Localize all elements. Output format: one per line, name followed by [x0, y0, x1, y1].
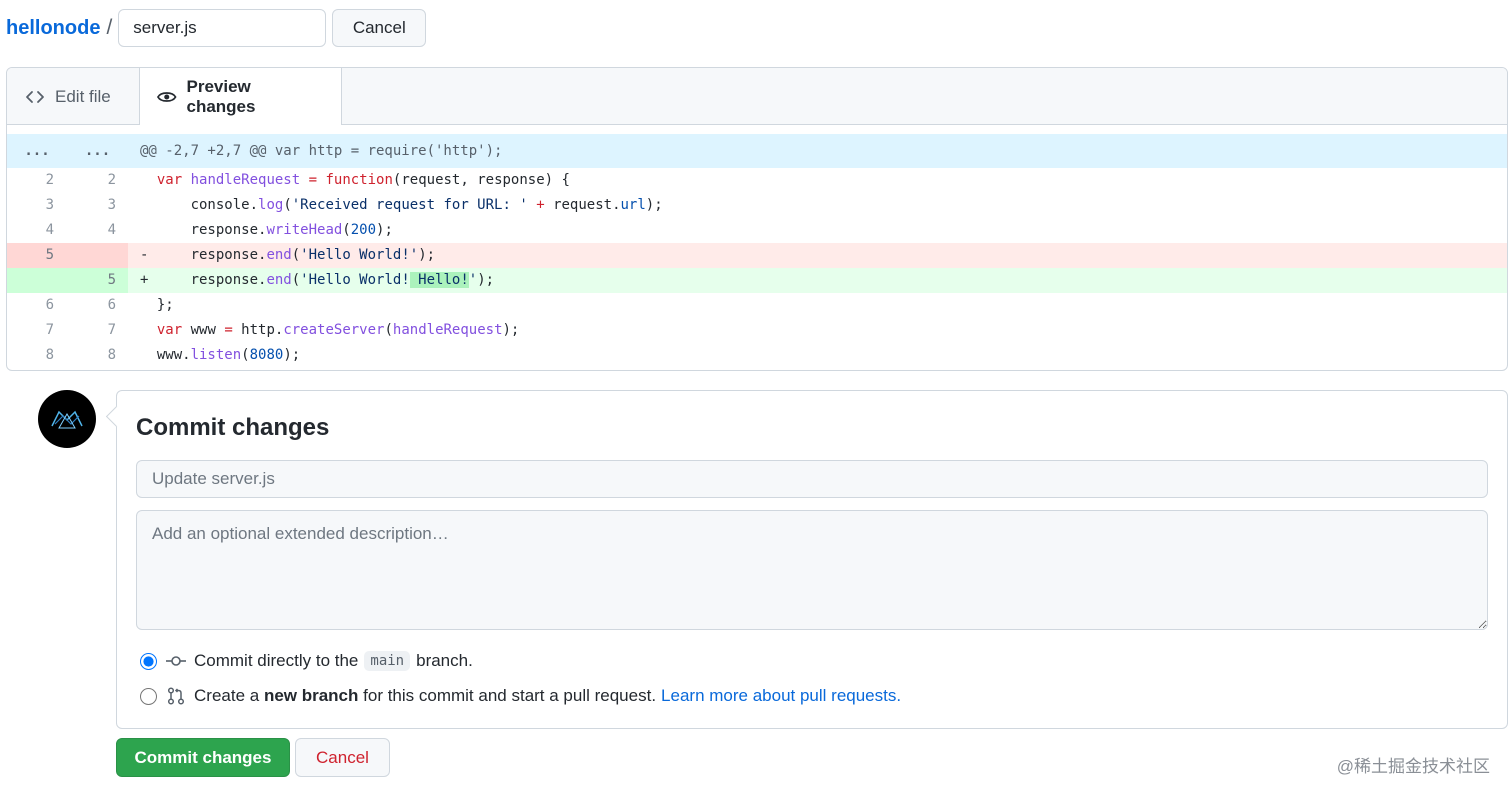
old-line-number: 2: [45, 172, 54, 188]
hunk-expand-right[interactable]: ...: [67, 134, 128, 168]
commit-direct-option[interactable]: Commit directly to the main branch.: [140, 651, 473, 671]
new-line-number: 3: [107, 197, 116, 213]
code-icon: [26, 90, 44, 103]
new-branch-prefix: Create a: [194, 686, 260, 705]
diff-line: 3 3 console.log('Received request for UR…: [7, 193, 1507, 218]
new-line-number: 7: [107, 322, 116, 338]
tab-preview-label: Preview changes: [186, 76, 256, 116]
watermark: @稀土掘金技术社区: [1336, 757, 1490, 776]
avatar[interactable]: [38, 390, 96, 448]
diff-code: response.writeHead(200);: [140, 222, 393, 238]
diff-line: 2 2 var handleRequest = function(request…: [7, 168, 1507, 193]
commit-form: Commit changes Commit directly to the ma…: [116, 390, 1508, 729]
diff-code: var handleRequest = function(request, re…: [156, 172, 570, 188]
new-line-number: 4: [107, 222, 116, 238]
new-line-number: 6: [107, 297, 116, 313]
new-line-number: 2: [107, 172, 116, 188]
git-commit-icon: [166, 651, 186, 671]
diff-line: 6 6 };: [7, 293, 1507, 318]
tab-edit-label: Edit file: [55, 86, 111, 106]
new-branch-option[interactable]: Create a new branch for this commit and …: [140, 686, 901, 706]
diff-view: ... ... @@ -2,7 +2,7 @@ var http = requi…: [7, 134, 1507, 368]
hunk-expand-left[interactable]: ...: [7, 134, 67, 168]
old-line-number: 6: [45, 297, 54, 313]
old-line-number: 3: [45, 197, 54, 213]
commit-changes-button[interactable]: Commit changes: [116, 738, 290, 777]
old-line-number: 5: [7, 243, 67, 268]
commit-direct-prefix: Commit directly to the: [194, 651, 359, 670]
diff-line: 8 8 www.listen(8080);: [7, 343, 1507, 368]
git-pull-request-icon: [166, 686, 186, 706]
new-line-number: [67, 243, 128, 268]
cancel-edit-button[interactable]: Cancel: [332, 9, 427, 47]
learn-more-pull-requests-link[interactable]: Learn more about pull requests.: [661, 686, 901, 706]
diff-code: };: [140, 297, 174, 313]
tab-preview-changes[interactable]: Preview changes: [139, 68, 342, 125]
new-branch-radio[interactable]: [140, 687, 157, 705]
old-line-number: 8: [45, 347, 54, 363]
diff-line-deletion: 5 - response.end('Hello World!');: [7, 243, 1507, 268]
repo-link[interactable]: hellonode: [6, 17, 100, 40]
old-line-number: 4: [45, 222, 54, 238]
editor-tabs: Edit file Preview changes: [7, 68, 1507, 125]
commit-description-textarea[interactable]: [136, 510, 1488, 630]
cancel-commit-button[interactable]: Cancel: [295, 738, 390, 777]
hunk-header-text: @@ -2,7 +2,7 @@ var http = require('http…: [128, 134, 1507, 168]
new-line-number: 5: [67, 268, 128, 293]
commit-title: Commit changes: [136, 414, 330, 441]
old-line-number: 7: [45, 322, 54, 338]
diff-line: 4 4 response.writeHead(200);: [7, 218, 1507, 243]
diff-code: + response.end('Hello World! Hello!');: [140, 272, 495, 288]
new-line-number: 8: [107, 347, 116, 363]
diff-code: var www = http.createServer(handleReques…: [156, 322, 520, 338]
diff-line-addition: 5 + response.end('Hello World! Hello!');: [7, 268, 1507, 293]
diff-hunk-header: ... ... @@ -2,7 +2,7 @@ var http = requi…: [7, 134, 1507, 168]
diff-line: 7 7 var www = http.createServer(handleRe…: [7, 318, 1507, 343]
branch-name: main: [364, 651, 411, 671]
breadcrumb: hellonode / Cancel: [6, 9, 427, 47]
tab-edit-file[interactable]: Edit file: [7, 68, 139, 125]
diff-code: console.log('Received request for URL: '…: [140, 197, 663, 213]
filename-input[interactable]: [118, 9, 327, 47]
breadcrumb-separator: /: [106, 16, 113, 39]
eye-icon: [157, 91, 177, 102]
old-line-number: [7, 268, 67, 293]
avatar-logo-icon: [51, 410, 83, 429]
commit-direct-suffix: branch.: [416, 651, 473, 670]
file-editor: Edit file Preview changes ... ... @@ -2,…: [6, 67, 1508, 371]
new-branch-bold: new branch: [263, 686, 359, 705]
new-branch-suffix: for this commit and start a pull request…: [363, 686, 657, 705]
commit-direct-radio[interactable]: [140, 652, 157, 670]
commit-summary-input[interactable]: [136, 460, 1488, 498]
diff-code: www.listen(8080);: [140, 347, 301, 363]
diff-code: - response.end('Hello World!');: [140, 247, 436, 263]
